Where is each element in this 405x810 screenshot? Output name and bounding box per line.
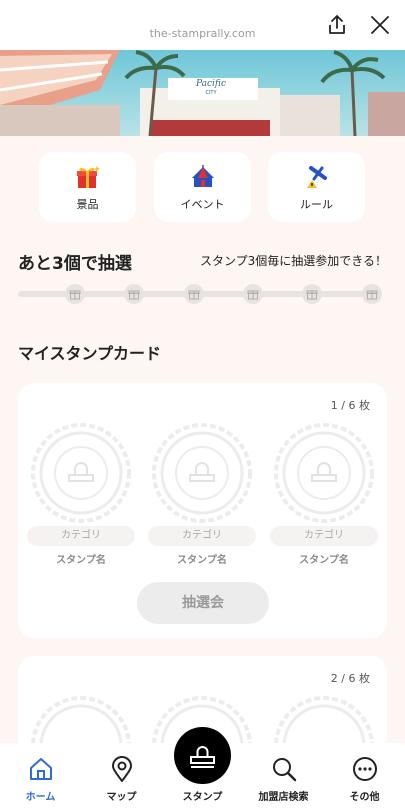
stamp-name: スタンプ名 (177, 555, 227, 566)
browser-top-bar: the-stamprally.com (0, 0, 405, 50)
stamp-category: カテゴリ (270, 526, 378, 546)
stamp-category: カテゴリ (148, 526, 256, 546)
lottery-button[interactable]: 抽選会 (137, 582, 269, 624)
hero-banner: Pacific CITY (0, 50, 405, 136)
stamp-card: 1 / 6 枚 カテゴリ スタンプ名 カテゴリ スタンプ名 カテゴリ スタンプ名 (18, 383, 387, 638)
empty-stamp-icon (31, 423, 131, 523)
menu-label: イベント (180, 198, 225, 211)
stamp-category: カテゴリ (27, 526, 135, 546)
lottery-progress (18, 284, 382, 304)
quick-menu: 景品 イベント ルール (0, 152, 405, 222)
hero-sign-text: Pacific (196, 79, 226, 89)
tab-label: その他 (349, 792, 380, 803)
tab-label: 加盟店検索 (258, 792, 309, 803)
empty-stamp-icon (274, 423, 374, 523)
close-icon[interactable] (369, 14, 391, 36)
stamp-icon (190, 746, 215, 768)
stamp-slot[interactable]: カテゴリ スタンプ名 (148, 423, 256, 568)
empty-stamp-icon (152, 423, 252, 523)
more-icon (353, 757, 377, 781)
home-icon (30, 758, 52, 780)
card-counter: 1 / 6 枚 (330, 399, 370, 412)
tab-stamp-label: スタンプ (182, 792, 223, 803)
menu-label: ルール (300, 198, 333, 211)
milestone-gift-icon (65, 284, 85, 304)
card-counter: 2 / 6 枚 (330, 672, 370, 685)
menu-events[interactable]: イベント (154, 152, 251, 222)
menu-prizes[interactable]: 景品 (39, 152, 136, 222)
lottery-subtitle: スタンプ3個毎に抽選参加できる！ (199, 254, 387, 268)
tent-icon (192, 165, 214, 187)
share-icon[interactable] (326, 14, 348, 36)
stamp-fab-button[interactable] (174, 727, 231, 784)
milestone-gift-icon (184, 284, 204, 304)
gift-icon (77, 166, 100, 188)
milestone-gift-icon (243, 284, 263, 304)
map-pin-icon (112, 756, 132, 782)
tab-store-search[interactable]: 加盟店検索 (243, 743, 324, 810)
tab-label: ホーム (25, 792, 56, 803)
section-title-my-card: マイスタンプカード (18, 344, 162, 363)
menu-label: 景品 (76, 198, 99, 211)
pin-icon (307, 166, 327, 188)
hero-sign-subtext: CITY (205, 90, 217, 96)
stamp-slot[interactable]: カテゴリ スタンプ名 (270, 423, 378, 568)
hero-sign: Pacific CITY (188, 79, 234, 99)
tab-more[interactable]: その他 (324, 743, 405, 810)
tab-label: マップ (106, 792, 137, 803)
milestone-gift-icon (362, 284, 382, 304)
stamp-slot[interactable]: カテゴリ スタンプ名 (27, 423, 135, 568)
stamp-name: スタンプ名 (56, 555, 106, 566)
milestone-gift-icon (124, 284, 144, 304)
search-icon (273, 758, 297, 782)
stamp-name: スタンプ名 (299, 555, 349, 566)
tab-map[interactable]: マップ (81, 743, 162, 810)
tab-home[interactable]: ホーム (0, 743, 81, 810)
menu-rules[interactable]: ルール (268, 152, 365, 222)
milestone-gift-icon (302, 284, 322, 304)
lottery-title: あと3個で抽選 (18, 254, 132, 274)
